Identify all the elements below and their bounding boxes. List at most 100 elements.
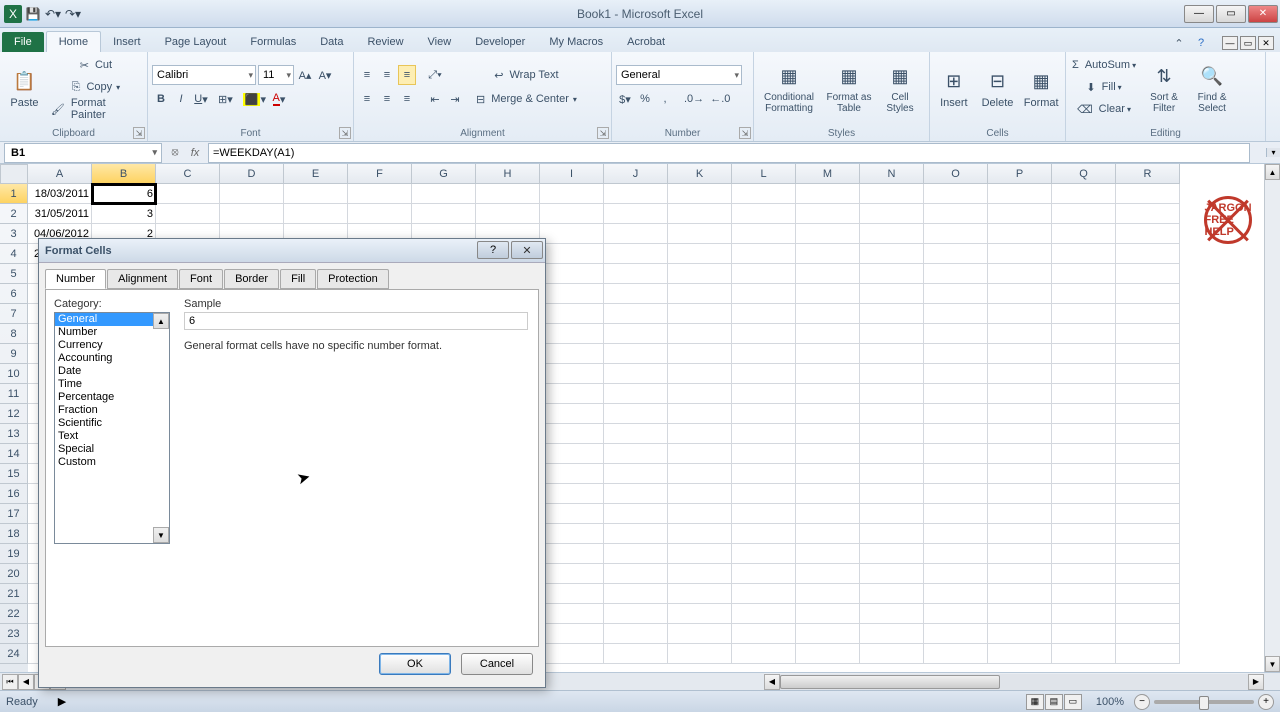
- hscroll-thumb[interactable]: [780, 675, 1000, 689]
- cell-N16[interactable]: [860, 484, 924, 504]
- cell-L13[interactable]: [732, 424, 796, 444]
- formula-bar[interactable]: =WEEKDAY(A1): [208, 143, 1250, 163]
- cell-Q15[interactable]: [1052, 464, 1116, 484]
- column-header-L[interactable]: L: [732, 164, 796, 184]
- cell-I20[interactable]: [540, 564, 604, 584]
- cell-R8[interactable]: [1116, 324, 1180, 344]
- cell-M24[interactable]: [796, 644, 860, 664]
- category-item-time[interactable]: Time: [55, 378, 169, 391]
- cell-Q3[interactable]: [1052, 224, 1116, 244]
- cell-N18[interactable]: [860, 524, 924, 544]
- cell-J15[interactable]: [604, 464, 668, 484]
- cell-J2[interactable]: [604, 204, 668, 224]
- orientation-button[interactable]: ⤢▾: [426, 65, 444, 85]
- cell-P21[interactable]: [988, 584, 1052, 604]
- cell-G1[interactable]: [412, 184, 476, 204]
- select-all-button[interactable]: [0, 164, 28, 184]
- cell-R14[interactable]: [1116, 444, 1180, 464]
- cell-J20[interactable]: [604, 564, 668, 584]
- cell-I2[interactable]: [540, 204, 604, 224]
- cell-L15[interactable]: [732, 464, 796, 484]
- minimize-button[interactable]: —: [1184, 5, 1214, 23]
- tab-review[interactable]: Review: [355, 32, 415, 52]
- font-name-combo[interactable]: Calibri: [152, 65, 256, 85]
- mdi-close[interactable]: ✕: [1258, 36, 1274, 50]
- cell-N9[interactable]: [860, 344, 924, 364]
- cell-Q9[interactable]: [1052, 344, 1116, 364]
- cell-O23[interactable]: [924, 624, 988, 644]
- close-button[interactable]: ✕: [1248, 5, 1278, 23]
- cell-Q17[interactable]: [1052, 504, 1116, 524]
- cell-J24[interactable]: [604, 644, 668, 664]
- cell-L7[interactable]: [732, 304, 796, 324]
- cell-K24[interactable]: [668, 644, 732, 664]
- category-item-currency[interactable]: Currency: [55, 339, 169, 352]
- cell-O21[interactable]: [924, 584, 988, 604]
- cell-Q21[interactable]: [1052, 584, 1116, 604]
- cell-O1[interactable]: [924, 184, 988, 204]
- cell-J13[interactable]: [604, 424, 668, 444]
- cell-D1[interactable]: [220, 184, 284, 204]
- column-header-B[interactable]: B: [92, 164, 156, 184]
- row-header-5[interactable]: 5: [0, 264, 28, 284]
- cell-R24[interactable]: [1116, 644, 1180, 664]
- cell-Q10[interactable]: [1052, 364, 1116, 384]
- cell-P13[interactable]: [988, 424, 1052, 444]
- cell-R10[interactable]: [1116, 364, 1180, 384]
- column-header-K[interactable]: K: [668, 164, 732, 184]
- cell-Q22[interactable]: [1052, 604, 1116, 624]
- cell-L19[interactable]: [732, 544, 796, 564]
- cell-K19[interactable]: [668, 544, 732, 564]
- cell-M22[interactable]: [796, 604, 860, 624]
- cell-J14[interactable]: [604, 444, 668, 464]
- row-header-2[interactable]: 2: [0, 204, 28, 224]
- cell-P18[interactable]: [988, 524, 1052, 544]
- align-middle-button[interactable]: ≡: [378, 65, 396, 85]
- row-header-24[interactable]: 24: [0, 644, 28, 664]
- category-item-scientific[interactable]: Scientific: [55, 417, 169, 430]
- zoom-in-button[interactable]: +: [1258, 694, 1274, 710]
- column-header-M[interactable]: M: [796, 164, 860, 184]
- cell-L10[interactable]: [732, 364, 796, 384]
- cell-M17[interactable]: [796, 504, 860, 524]
- cell-I11[interactable]: [540, 384, 604, 404]
- tab-view[interactable]: View: [416, 32, 464, 52]
- cell-K15[interactable]: [668, 464, 732, 484]
- tab-formulas[interactable]: Formulas: [238, 32, 308, 52]
- column-header-G[interactable]: G: [412, 164, 476, 184]
- list-scroll-up[interactable]: ▲: [153, 313, 169, 329]
- cell-M2[interactable]: [796, 204, 860, 224]
- cell-P17[interactable]: [988, 504, 1052, 524]
- row-header-14[interactable]: 14: [0, 444, 28, 464]
- column-header-P[interactable]: P: [988, 164, 1052, 184]
- cell-J21[interactable]: [604, 584, 668, 604]
- row-header-17[interactable]: 17: [0, 504, 28, 524]
- category-item-special[interactable]: Special: [55, 443, 169, 456]
- cell-P16[interactable]: [988, 484, 1052, 504]
- comma-format-button[interactable]: ,: [656, 89, 674, 109]
- cell-J6[interactable]: [604, 284, 668, 304]
- cell-Q4[interactable]: [1052, 244, 1116, 264]
- cell-O12[interactable]: [924, 404, 988, 424]
- column-header-C[interactable]: C: [156, 164, 220, 184]
- cell-L8[interactable]: [732, 324, 796, 344]
- row-header-20[interactable]: 20: [0, 564, 28, 584]
- cell-P22[interactable]: [988, 604, 1052, 624]
- scroll-left-button[interactable]: ◀: [764, 674, 780, 690]
- column-header-D[interactable]: D: [220, 164, 284, 184]
- cell-styles-button[interactable]: ▦Cell Styles: [878, 54, 922, 122]
- row-header-6[interactable]: 6: [0, 284, 28, 304]
- cell-L9[interactable]: [732, 344, 796, 364]
- cell-P20[interactable]: [988, 564, 1052, 584]
- cell-I8[interactable]: [540, 324, 604, 344]
- cell-J9[interactable]: [604, 344, 668, 364]
- minimize-ribbon-icon[interactable]: ⌃: [1170, 34, 1188, 52]
- cell-J3[interactable]: [604, 224, 668, 244]
- column-header-A[interactable]: A: [28, 164, 92, 184]
- cell-P8[interactable]: [988, 324, 1052, 344]
- cell-P12[interactable]: [988, 404, 1052, 424]
- cell-L17[interactable]: [732, 504, 796, 524]
- cell-J8[interactable]: [604, 324, 668, 344]
- cell-P5[interactable]: [988, 264, 1052, 284]
- cell-R13[interactable]: [1116, 424, 1180, 444]
